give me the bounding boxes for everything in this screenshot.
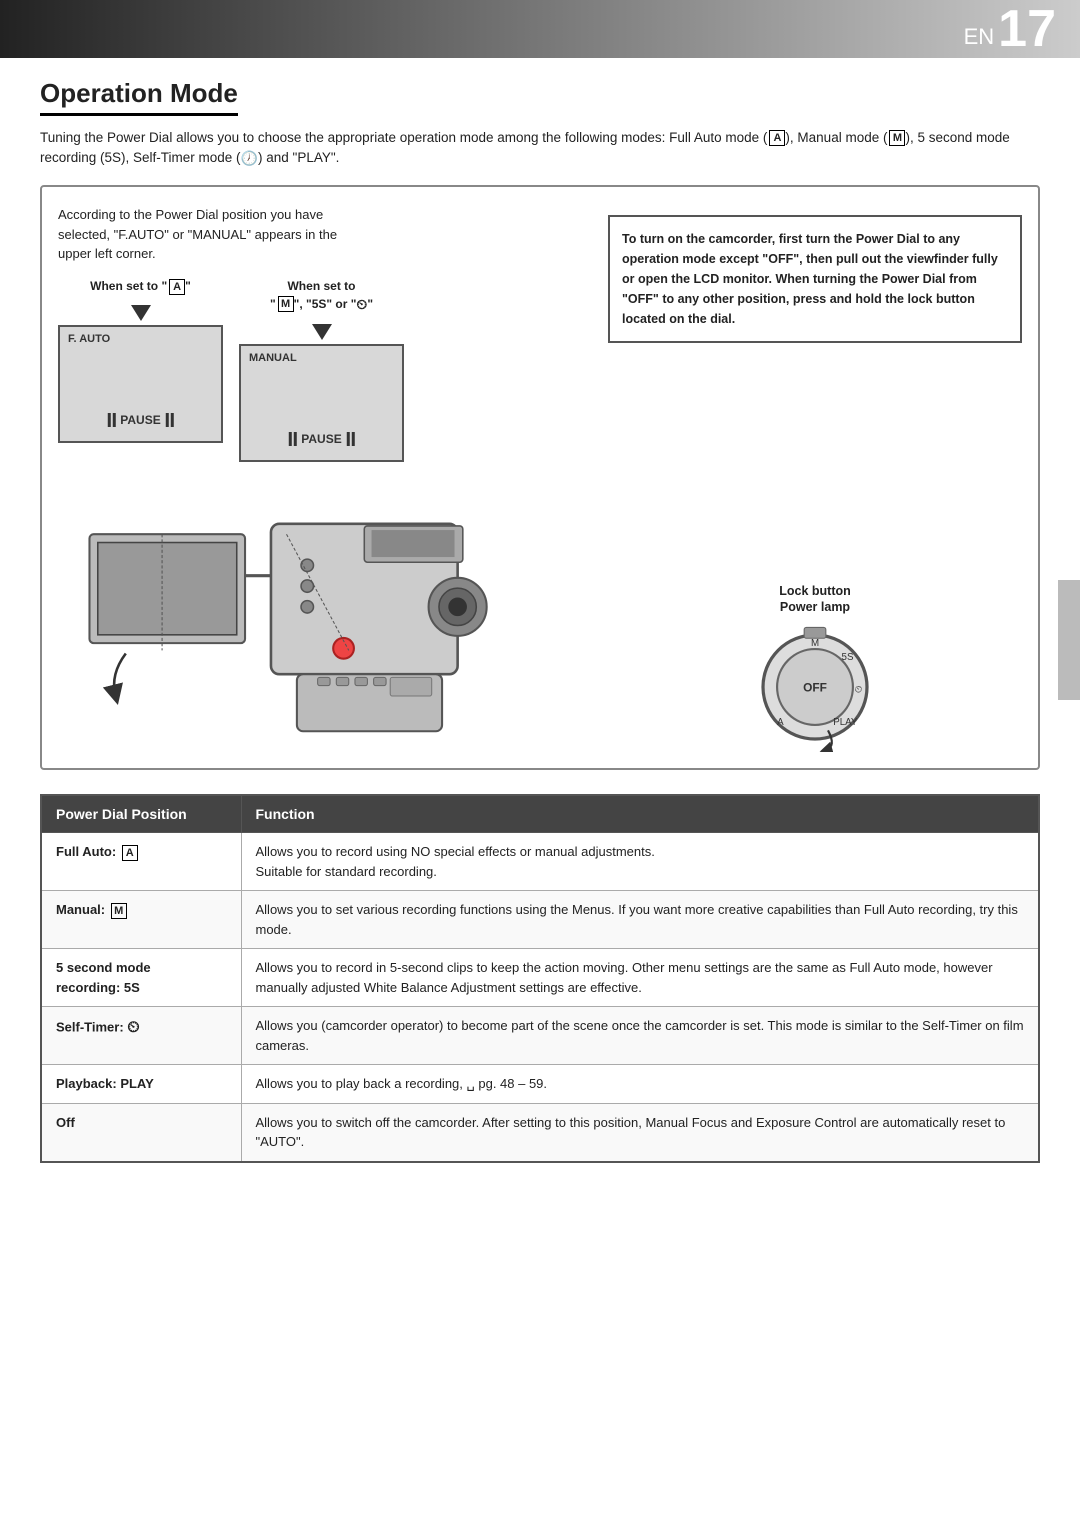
screen1-box: F. AUTO PAUSE xyxy=(58,325,223,443)
row1-function: Allows you to record using NO special ef… xyxy=(241,833,1039,891)
row4-position: Self-Timer: ⏲ xyxy=(41,1007,241,1065)
self-timer-icon: 🕖 xyxy=(241,150,258,166)
row2-position: Manual: M xyxy=(41,891,241,949)
instruction-text: To turn on the camcorder, first turn the… xyxy=(622,232,998,326)
manual-icon: M xyxy=(889,130,905,146)
row6-position: Off xyxy=(41,1103,241,1162)
row4-function: Allows you (camcorder operator) to becom… xyxy=(241,1007,1039,1065)
screen1-pause: PAUSE xyxy=(107,413,173,427)
screen2-arrow xyxy=(312,324,332,340)
svg-text:A: A xyxy=(777,717,784,728)
svg-text:5S: 5S xyxy=(842,652,854,663)
dial-section: Lock button Power lamp OFF M 5S xyxy=(608,584,1022,752)
power-dial-svg: OFF M 5S ⏲ PLAY A xyxy=(750,622,880,752)
page-number: 17 xyxy=(998,3,1056,55)
screen2-box: MANUAL PAUSE xyxy=(239,344,404,462)
row5-function: Allows you to play back a recording, ␣ p… xyxy=(241,1065,1039,1104)
table-header-function: Function xyxy=(241,795,1039,833)
header-bar: EN 17 xyxy=(0,0,1080,58)
function-table: Power Dial Position Function Full Auto: … xyxy=(40,794,1040,1163)
power-lamp-label: Power lamp xyxy=(608,600,1022,614)
row5-position: Playback: PLAY xyxy=(41,1065,241,1104)
dial-svg-container: OFF M 5S ⏲ PLAY A xyxy=(608,622,1022,752)
screen1-arrow xyxy=(131,305,151,321)
row3-position: 5 second moderecording: 5S xyxy=(41,949,241,1007)
screen2-mode-label: MANUAL xyxy=(249,352,394,364)
right-edge-tab xyxy=(1058,580,1080,700)
svg-text:PLAY: PLAY xyxy=(833,717,858,728)
diagram-box: According to the Power Dial position you… xyxy=(40,185,1040,770)
table-row: Off Allows you to switch off the camcord… xyxy=(41,1103,1039,1162)
main-content: Operation Mode Tuning the Power Dial all… xyxy=(0,58,1080,1183)
table-row: Self-Timer: ⏲ Allows you (camcorder oper… xyxy=(41,1007,1039,1065)
page-title: Operation Mode xyxy=(40,78,238,116)
screen1-when-label: When set to "A" xyxy=(90,278,191,295)
table-body: Full Auto: A Allows you to record using … xyxy=(41,833,1039,1162)
screen2-icon-m: M xyxy=(278,296,294,312)
table-row: 5 second moderecording: 5S Allows you to… xyxy=(41,949,1039,1007)
table-row: Playback: PLAY Allows you to play back a… xyxy=(41,1065,1039,1104)
table-row: Manual: M Allows you to set various reco… xyxy=(41,891,1039,949)
camcorder-svg xyxy=(58,472,598,752)
screen2-icon-timer: ⏲ xyxy=(356,296,367,312)
row3-function: Allows you to record in 5-second clips t… xyxy=(241,949,1039,1007)
svg-text:M: M xyxy=(811,638,819,649)
screen2-when-label: When set to"M", "5S" or "⏲" xyxy=(270,278,373,314)
svg-text:OFF: OFF xyxy=(803,680,827,694)
screen2-col: When set to"M", "5S" or "⏲" MANUAL PAUSE xyxy=(239,278,404,462)
en-label: EN xyxy=(964,24,995,58)
self-timer-table-icon: ⏲ xyxy=(127,1019,139,1036)
screen2-pause: PAUSE xyxy=(288,432,354,446)
diagram-right: To turn on the camcorder, first turn the… xyxy=(608,205,1022,752)
callout-text: According to the Power Dial position you… xyxy=(58,205,358,264)
row2-function: Allows you to set various recording func… xyxy=(241,891,1039,949)
manual-table-icon: M xyxy=(111,903,127,919)
diagram-inner: According to the Power Dial position you… xyxy=(58,205,1022,752)
screen1-col: When set to "A" F. AUTO PAUSE xyxy=(58,278,223,462)
full-auto-table-icon: A xyxy=(122,845,138,861)
camcorder-illustration xyxy=(58,472,598,752)
table-header-position: Power Dial Position xyxy=(41,795,241,833)
row6-function: Allows you to switch off the camcorder. … xyxy=(241,1103,1039,1162)
screen1-icon: A xyxy=(169,279,185,295)
full-auto-icon: A xyxy=(769,130,785,146)
row1-position: Full Auto: A xyxy=(41,833,241,891)
screen1-mode-label: F. AUTO xyxy=(68,333,213,345)
table-row: Full Auto: A Allows you to record using … xyxy=(41,833,1039,891)
screens-row: When set to "A" F. AUTO PAUSE xyxy=(58,278,598,462)
intro-text: Tuning the Power Dial allows you to choo… xyxy=(40,128,1040,169)
lock-button-label: Lock button xyxy=(608,584,1022,598)
diagram-left: According to the Power Dial position you… xyxy=(58,205,598,752)
svg-text:⏲: ⏲ xyxy=(855,685,863,696)
instruction-box: To turn on the camcorder, first turn the… xyxy=(608,215,1022,343)
